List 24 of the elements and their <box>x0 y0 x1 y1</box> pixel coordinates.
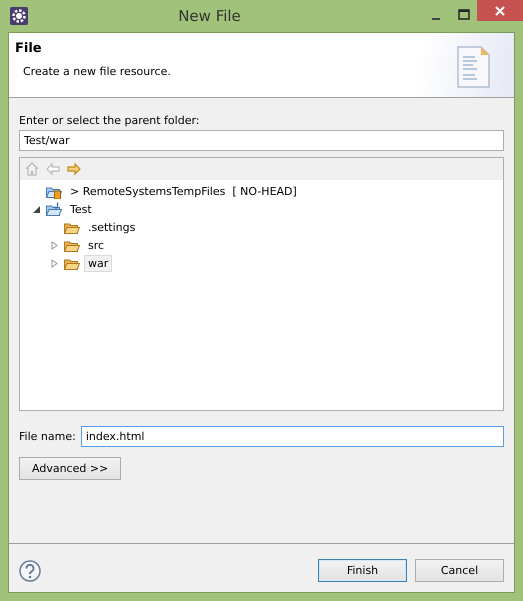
document-icon <box>456 46 490 88</box>
page-description: Create a new file resource. <box>23 65 172 78</box>
help-icon[interactable] <box>19 560 41 582</box>
page-title: File <box>15 41 43 56</box>
app-icon <box>10 7 28 25</box>
tree-item[interactable]: .settings <box>84 218 140 236</box>
project-folder-icon <box>45 202 63 216</box>
parent-folder-field[interactable]: Test/war <box>19 130 504 151</box>
tree-item[interactable]: > RemoteSystemsTempFiles [ NO-HEAD] <box>66 182 301 200</box>
minimize-icon <box>432 18 440 20</box>
parent-folder-label: Enter or select the parent folder: <box>19 114 200 127</box>
finish-button[interactable]: Finish <box>318 559 407 582</box>
window-title: New File <box>177 7 242 25</box>
file-name-field[interactable]: index.html <box>80 426 504 447</box>
close-button[interactable] <box>477 0 523 21</box>
file-name-label: File name: <box>19 430 76 443</box>
close-icon <box>494 4 506 16</box>
cancel-button[interactable]: Cancel <box>415 559 504 582</box>
advanced-button[interactable]: Advanced >> <box>19 457 122 480</box>
forward-arrow-icon[interactable] <box>66 161 82 177</box>
maximize-icon <box>458 9 470 21</box>
tree-item[interactable]: war <box>84 254 112 272</box>
tree-item[interactable]: src <box>84 236 108 254</box>
tree-item[interactable]: Test <box>66 200 96 218</box>
